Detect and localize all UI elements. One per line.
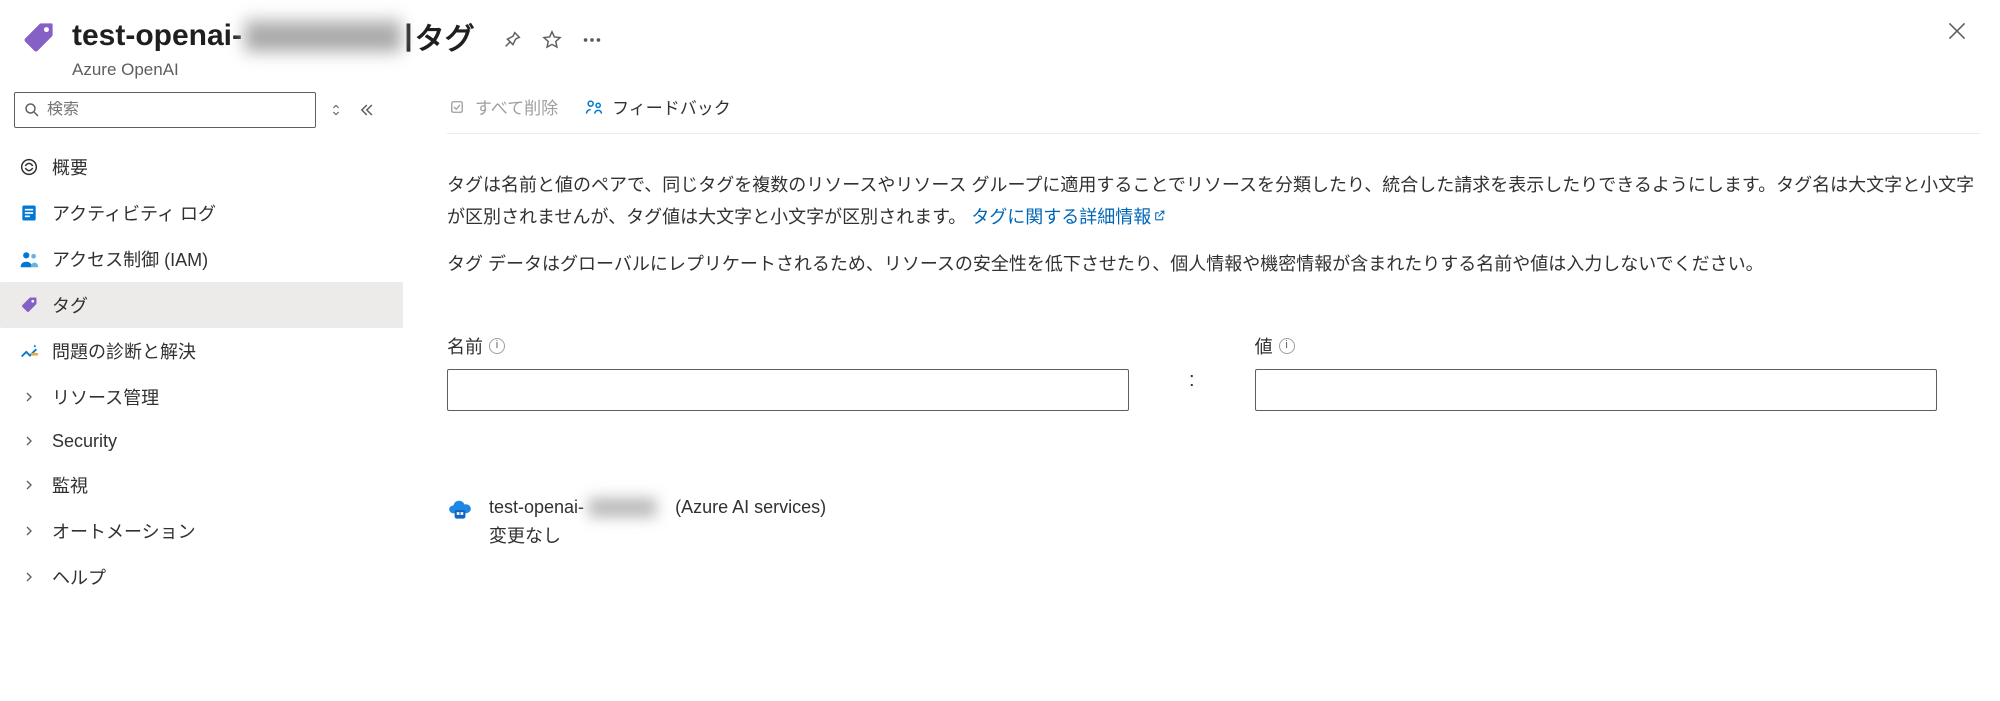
more-icon[interactable] [579,27,605,53]
external-link-icon [1153,209,1167,223]
star-icon[interactable] [539,27,565,53]
nav-item-monitor[interactable]: 監視 [0,462,403,508]
nav-label: オートメーション [52,518,196,544]
nav-item-help[interactable]: ヘルプ [0,554,403,600]
colon-separator: : [1189,333,1195,392]
chevron-right-icon [18,386,40,408]
toolbar: すべて削除 フィードバック [447,90,1980,134]
search-input[interactable] [47,101,307,119]
page-header: test-openai-xxxxxxxxx | タグ Azure OpenAI [0,0,2000,90]
resource-status: 変更なし [489,522,826,548]
search-input-container[interactable] [14,92,316,128]
nav-label: アクティビティ ログ [52,200,216,226]
feedback-icon [584,97,604,117]
pin-icon[interactable] [499,27,525,53]
tag-name-label: 名前 i [447,333,1129,359]
nav-label: 問題の診断と解決 [52,338,196,364]
tag-icon [20,20,56,56]
chevron-right-icon [18,566,40,588]
nav-label: 概要 [52,154,88,180]
sidebar: 概要 アクティビティ ログ アクセス制御 (IAM) タグ 問題の診断と解決 [0,90,403,701]
nav-item-overview[interactable]: 概要 [0,144,403,190]
collapse-sidebar-icon[interactable] [356,100,376,120]
tag-value-label: 値 i [1255,333,1937,359]
nav-list: 概要 アクティビティ ログ アクセス制御 (IAM) タグ 問題の診断と解決 [0,138,403,600]
chevron-right-icon [18,520,40,542]
info-icon[interactable]: i [489,338,505,354]
azure-ai-icon [447,497,473,523]
nav-item-iam[interactable]: アクセス制御 (IAM) [0,236,403,282]
close-icon[interactable] [1944,18,1972,46]
chevron-right-icon [18,474,40,496]
feedback-button[interactable]: フィードバック [584,94,731,119]
nav-item-automation[interactable]: オートメーション [0,508,403,554]
trash-check-icon [447,97,467,117]
nav-label: 監視 [52,472,88,498]
nav-label: ヘルプ [52,564,106,590]
tag-icon [18,294,40,316]
resource-summary: test-openai-xxxxxxx (Azure AI services) … [447,497,1980,548]
diagnose-icon [18,340,40,362]
nav-label: タグ [52,292,88,318]
info-icon[interactable]: i [1279,338,1295,354]
nav-label: アクセス制御 (IAM) [52,246,208,272]
main-content: すべて削除 フィードバック タグは名前と値のペアで、同じタグを複数のリソースやリ… [403,90,2000,701]
header-subtitle: Azure OpenAI [72,60,605,80]
nav-label: Security [52,431,117,452]
nav-item-diagnose[interactable]: 問題の診断と解決 [0,328,403,374]
description-block: タグは名前と値のペアで、同じタグを複数のリソースやリソース グループに適用するこ… [447,170,1980,297]
nav-item-activity-log[interactable]: アクティビティ ログ [0,190,403,236]
sort-toggle-icon[interactable] [326,100,346,120]
tag-value-input[interactable] [1255,369,1937,411]
log-icon [18,202,40,224]
openai-icon [18,156,40,178]
tag-docs-link[interactable]: タグに関する詳細情報 [971,207,1167,227]
page-title: test-openai-xxxxxxxxx | タグ [72,14,475,58]
tag-name-input[interactable] [447,369,1129,411]
people-icon [18,248,40,270]
nav-label: リソース管理 [52,384,159,410]
chevron-right-icon [18,430,40,452]
nav-item-tags[interactable]: タグ [0,282,403,328]
delete-all-button: すべて削除 [447,94,558,119]
search-icon [23,101,41,119]
nav-item-security[interactable]: Security [0,420,403,462]
nav-item-resource-mgmt[interactable]: リソース管理 [0,374,403,420]
resource-name: test-openai-xxxxxxx (Azure AI services) [489,497,826,518]
